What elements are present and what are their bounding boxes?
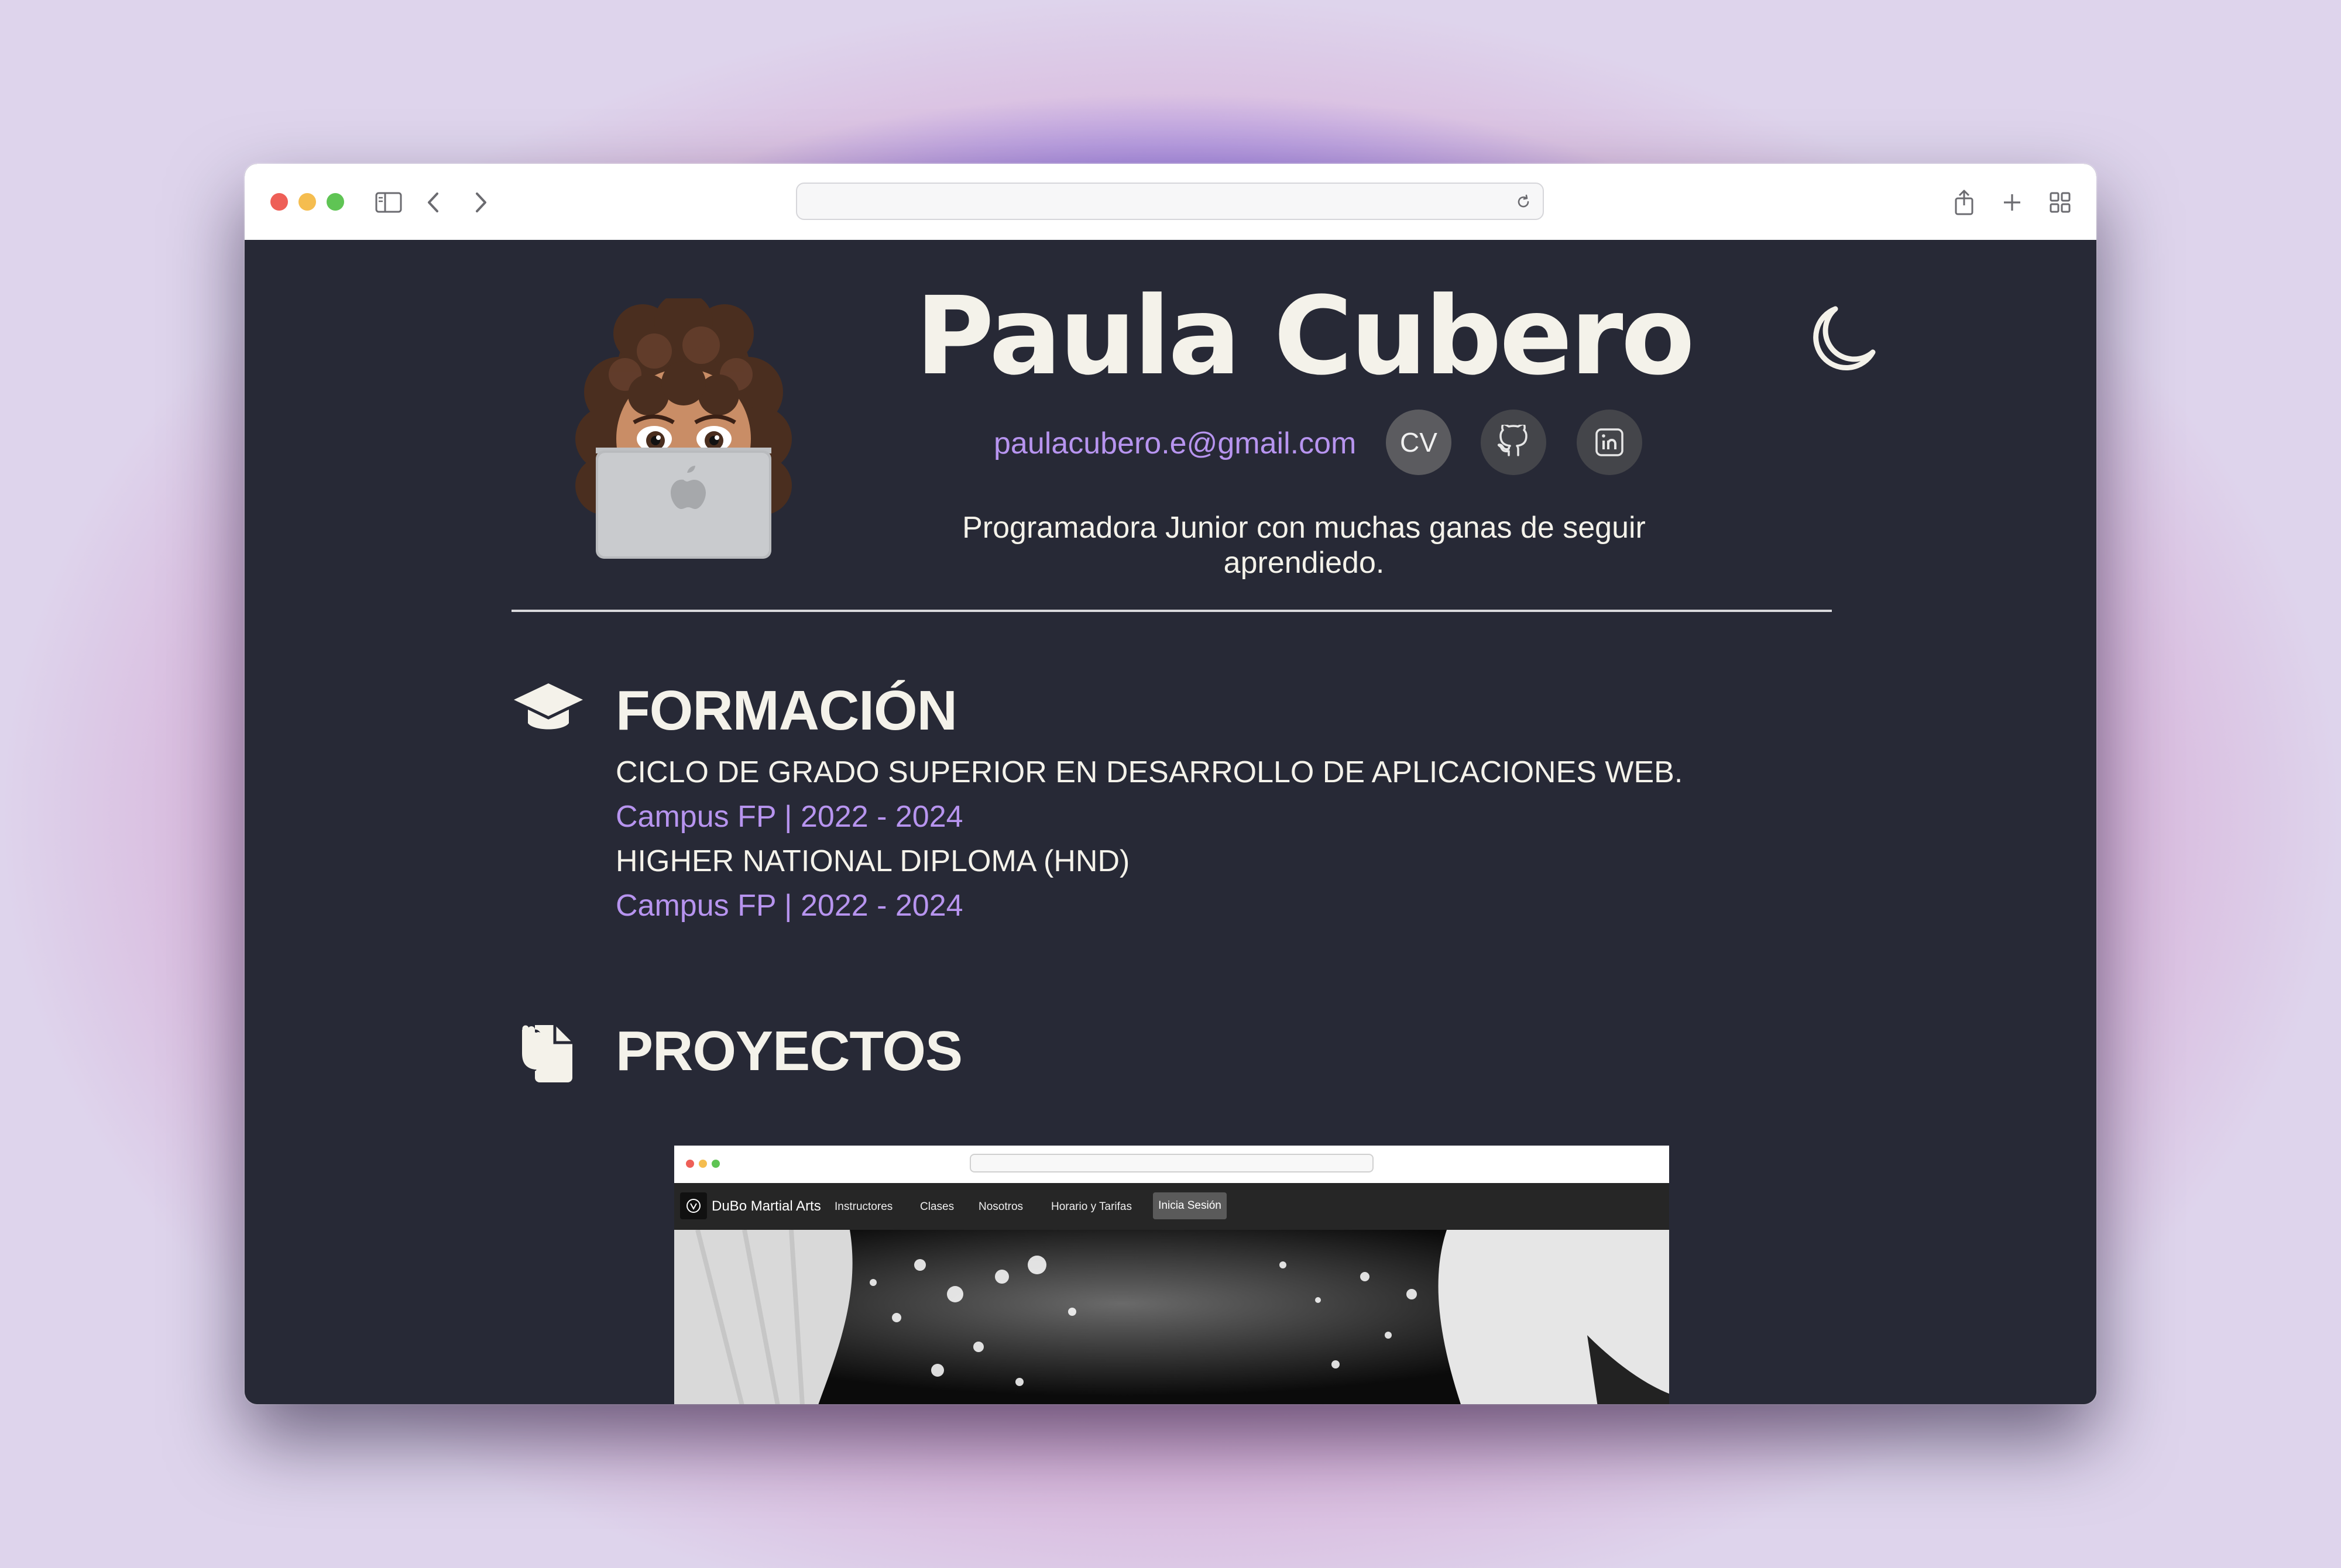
project-close-dot [686, 1160, 694, 1168]
project-brand: DuBo Martial Arts [712, 1198, 821, 1214]
avatar [575, 298, 792, 559]
file-hand-icon [512, 1012, 585, 1086]
project-nav-link: Clases [920, 1201, 955, 1213]
formacion-item-subtitle: Campus FP | 2022 - 2024 [616, 800, 963, 834]
zoom-window-button[interactable] [327, 193, 344, 211]
sidebar-toggle-icon[interactable] [372, 186, 405, 219]
linkedin-button[interactable] [1577, 410, 1642, 475]
moon-icon[interactable] [1801, 298, 1883, 380]
project-nav-link: Nosotros [979, 1201, 1024, 1213]
address-bar[interactable] [796, 183, 1544, 220]
project-screenshot[interactable]: DuBo Martial Arts Instructores Clases No… [674, 1146, 1669, 1404]
header-divider [512, 610, 1832, 612]
project-navbar: DuBo Martial Arts Instructores Clases No… [674, 1183, 1669, 1230]
formacion-title: FORMACIÓN [616, 679, 957, 742]
close-window-button[interactable] [270, 193, 288, 211]
cv-button[interactable]: CV [1386, 410, 1451, 475]
tagline: Programadora Junior con muchas ganas de … [962, 511, 1646, 580]
email-link[interactable]: paulacubero.e@gmail.com [994, 426, 1356, 461]
github-button[interactable] [1481, 410, 1546, 475]
project-logo-icon [680, 1192, 707, 1219]
project-nav-link: Instructores [835, 1201, 893, 1213]
project-zoom-dot [712, 1160, 720, 1168]
browser-toolbar [245, 164, 2096, 241]
tab-overview-icon[interactable] [2044, 186, 2076, 219]
back-chevron-icon[interactable] [417, 186, 449, 219]
project-login-button: Inicia Sesión [1153, 1192, 1227, 1219]
graduation-cap-icon [512, 673, 585, 747]
project-address-bar [970, 1154, 1374, 1172]
forward-chevron-icon[interactable] [465, 186, 497, 219]
linkedin-icon [1595, 428, 1623, 456]
formacion-item-title: CICLO DE GRADO SUPERIOR EN DESARROLLO DE… [616, 755, 1683, 789]
page-content: Paula Cubero paulacubero.e@gmail.com CV … [245, 240, 2096, 1404]
share-icon[interactable] [1948, 186, 1980, 219]
project-nav-link: Horario y Tarifas [1051, 1201, 1132, 1213]
formacion-item-title: HIGHER NATIONAL DIPLOMA (HND) [616, 844, 1130, 878]
reload-icon[interactable] [1513, 192, 1533, 212]
formacion-item-subtitle: Campus FP | 2022 - 2024 [616, 889, 963, 923]
browser-window: Paula Cubero paulacubero.e@gmail.com CV … [245, 164, 2096, 1404]
project-browser-bar [674, 1146, 1669, 1184]
github-icon [1497, 425, 1528, 456]
project-hero-image [674, 1230, 1669, 1404]
minimize-window-button[interactable] [298, 193, 316, 211]
new-tab-icon[interactable] [1996, 186, 2028, 219]
proyectos-title: PROYECTOS [616, 1020, 963, 1082]
project-minimize-dot [699, 1160, 707, 1168]
profile-name: Paula Cubero [915, 274, 1695, 399]
